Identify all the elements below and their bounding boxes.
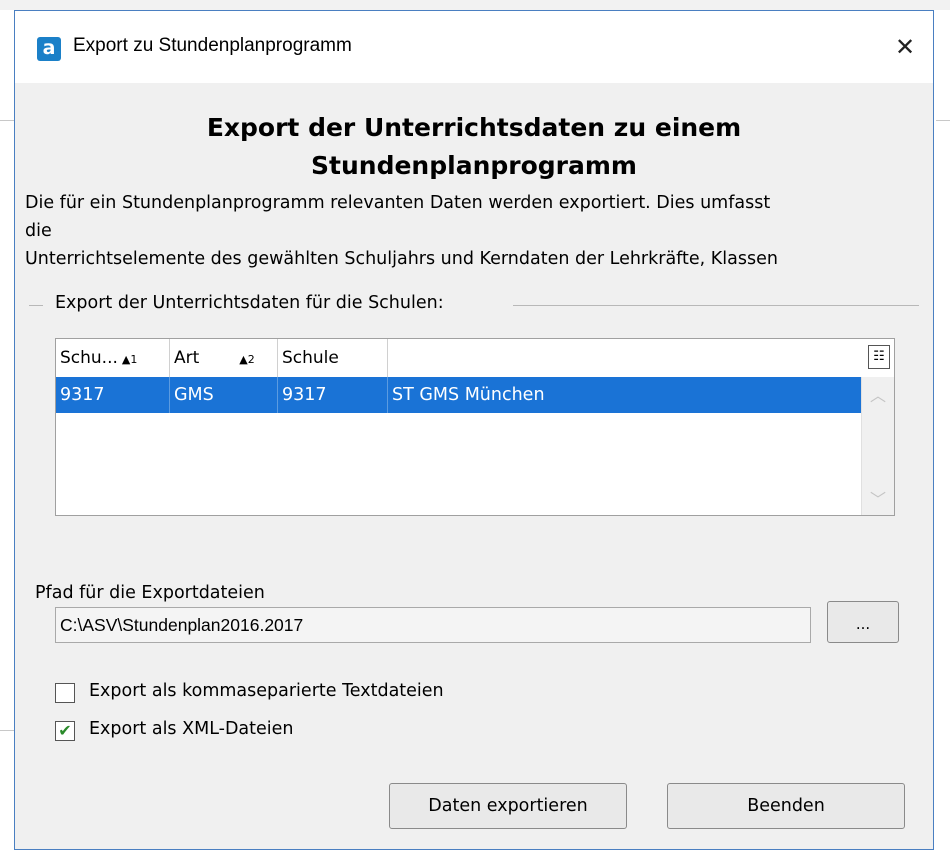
background-app-strip (0, 0, 950, 10)
csv-checkbox[interactable] (55, 683, 75, 703)
column-header-name[interactable] (388, 339, 862, 377)
xml-checkbox[interactable]: ✔ (55, 721, 75, 741)
column-chooser-icon[interactable]: ☷ (868, 345, 890, 369)
description-line-1: Die für ein Stundenplanprogramm relevant… (25, 193, 771, 213)
path-label: Pfad für die Exportdateien (35, 583, 265, 603)
table-cell: GMS (170, 377, 278, 413)
table-cell: 9317 (278, 377, 388, 413)
column-label: Schu... (60, 348, 118, 368)
group-border (29, 305, 43, 306)
dialog-content: Export der Unterrichtsdaten zu einem Stu… (15, 83, 933, 849)
description-text: Die für ein Stundenplanprogramm relevant… (25, 189, 921, 273)
table-cell: 9317 (56, 377, 170, 413)
quit-button[interactable]: Beenden (667, 783, 905, 829)
schools-table: Schu... ▲1 Art ▲2 Schule ☷ 9317 GMS 9317 S… (55, 338, 895, 516)
dialog-heading: Export der Unterrichtsdaten zu einem Stu… (15, 109, 933, 185)
export-path-field[interactable]: C:\ASV\Stundenplan2016.2017 (55, 607, 811, 643)
browse-button[interactable]: ... (827, 601, 899, 643)
table-header: Schu... ▲1 Art ▲2 Schule (56, 339, 862, 377)
background-divider (0, 730, 14, 731)
column-header-schule[interactable]: Schule (278, 339, 388, 377)
close-icon[interactable]: ✕ (887, 29, 923, 65)
table-row[interactable]: 9317 GMS 9317 ST GMS München (56, 377, 862, 413)
description-line-2: die (25, 221, 52, 241)
column-label: Schule (282, 348, 339, 368)
title-bar[interactable]: a Export zu Stundenplanprogramm ✕ (15, 11, 933, 83)
column-label: Art (174, 348, 200, 368)
vertical-scrollbar[interactable]: ︿ ﹀ (861, 377, 894, 515)
sort-asc-icon: ▲1 (121, 353, 138, 366)
export-dialog: a Export zu Stundenplanprogramm ✕ Export… (14, 10, 934, 850)
heading-line-2: Stundenplanprogramm (311, 151, 637, 180)
table-cell: ST GMS München (392, 385, 545, 405)
background-divider (936, 120, 950, 121)
csv-checkbox-label[interactable]: Export als kommaseparierte Textdateien (89, 681, 444, 701)
xml-checkbox-label[interactable]: Export als XML-Dateien (89, 719, 294, 739)
column-header-art[interactable]: Art ▲2 (170, 339, 278, 377)
description-line-3: Unterrichtselemente des gewählten Schulj… (25, 249, 778, 269)
scroll-up-icon[interactable]: ︿ (862, 381, 894, 411)
window-title: Export zu Stundenplanprogramm (73, 35, 352, 56)
column-header-schulnummer[interactable]: Schu... ▲1 (56, 339, 170, 377)
heading-line-1: Export der Unterrichtsdaten zu einem (206, 113, 742, 142)
sort-asc-icon: ▲2 (239, 353, 255, 366)
export-data-button[interactable]: Daten exportieren (389, 783, 627, 829)
app-logo-icon: a (37, 37, 61, 61)
group-border (513, 305, 919, 306)
scroll-down-icon[interactable]: ﹀ (862, 485, 894, 515)
group-label: Export der Unterrichtsdaten für die Schu… (55, 293, 444, 313)
background-divider (0, 120, 14, 121)
